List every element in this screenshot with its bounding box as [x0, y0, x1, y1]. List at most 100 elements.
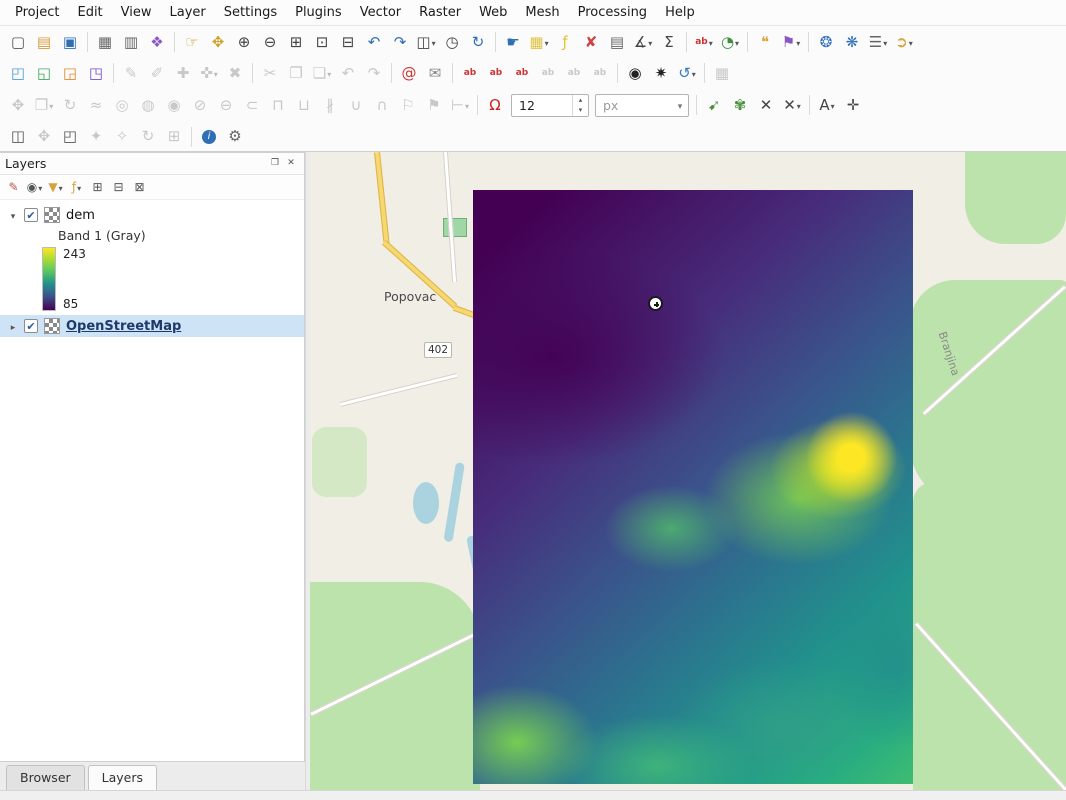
zoom-full-extent-button[interactable]: ⊞	[283, 29, 309, 55]
merge-features-button[interactable]: ∪	[343, 92, 369, 118]
open-data-source-manager-button[interactable]: ◰	[5, 60, 31, 86]
temporal-controller-button[interactable]: ◷	[439, 29, 465, 55]
fill-ring-button[interactable]: ◉	[161, 92, 187, 118]
menu-mesh[interactable]: Mesh	[516, 2, 568, 23]
diagram-options-button[interactable]: ◔	[717, 29, 743, 55]
layer-row-openstreetmap[interactable]: OpenStreetMap	[0, 315, 304, 337]
metasearch-button[interactable]: ❂	[813, 29, 839, 55]
font-size-spinner[interactable]: 12	[511, 94, 589, 117]
html-annotation-button[interactable]: ✾	[727, 92, 753, 118]
labeling-options-button[interactable]: ab	[691, 29, 717, 55]
new-geopackage-layer-button[interactable]: ◱	[31, 60, 57, 86]
zoom-in-button[interactable]: ⊕	[231, 29, 257, 55]
copy-features-button[interactable]: ❐	[283, 60, 309, 86]
font-unit-combo[interactable]: px	[595, 94, 689, 117]
split-features-button[interactable]: ∦	[317, 92, 343, 118]
cut-features-button[interactable]: ✂	[257, 60, 283, 86]
geocode-address-button[interactable]: @	[396, 60, 422, 86]
debugging-tools-button[interactable]: ✷	[648, 60, 674, 86]
add-ring-button[interactable]: ◎	[109, 92, 135, 118]
annotation-arrow-button[interactable]: ➹	[701, 92, 727, 118]
menu-help[interactable]: Help	[656, 2, 704, 23]
move-feature-button[interactable]: ✥	[5, 92, 31, 118]
move-label-diagram-button[interactable]: ◫	[5, 124, 31, 150]
show-layout-manager-button[interactable]: ▥	[118, 29, 144, 55]
redo-button[interactable]: ↷	[361, 60, 387, 86]
deselect-features-button[interactable]: ✘	[578, 29, 604, 55]
zoom-to-layer-button[interactable]: ⊟	[335, 29, 361, 55]
menu-edit[interactable]: Edit	[68, 2, 111, 23]
options-wrench-button[interactable]: ⚙	[222, 124, 248, 150]
save-project-button[interactable]: ▣	[57, 29, 83, 55]
change-label-button[interactable]: ab	[587, 60, 613, 86]
delete-part-button[interactable]: ⊖	[213, 92, 239, 118]
tab-layers[interactable]: Layers	[88, 765, 157, 790]
toolbox-menu-button[interactable]: ☰	[865, 29, 891, 55]
layer-row-dem[interactable]: dem	[0, 204, 304, 226]
layer-labeling-button[interactable]: ab	[457, 60, 483, 86]
statistical-summary-button[interactable]: Σ	[656, 29, 682, 55]
merge-attributes-button[interactable]: ∩	[369, 92, 395, 118]
measure-button[interactable]: ∡	[630, 29, 656, 55]
nominatim-geocoder-button[interactable]: ➲	[891, 29, 917, 55]
remove-layer-button[interactable]: ⊠	[129, 177, 150, 198]
style-manager-button[interactable]: ❖	[144, 29, 170, 55]
font-size-spinner-steppers[interactable]	[572, 95, 588, 116]
select-by-expression-button[interactable]: ƒ	[552, 29, 578, 55]
identify-features-button[interactable]: ☛	[500, 29, 526, 55]
save-layer-edits-button[interactable]: ✐	[144, 60, 170, 86]
menu-settings[interactable]: Settings	[215, 2, 286, 23]
show-map-tips-button[interactable]: ❝	[752, 29, 778, 55]
menu-layer[interactable]: Layer	[161, 2, 215, 23]
menu-plugins[interactable]: Plugins	[286, 2, 351, 23]
delete-ring-button[interactable]: ⊘	[187, 92, 213, 118]
text-format-button[interactable]: A	[814, 92, 840, 118]
zoom-to-selection-button[interactable]: ⊡	[309, 29, 335, 55]
vertex-tool-button[interactable]: ✜	[196, 60, 222, 86]
layer-labeling-rule-based-button[interactable]: ab	[483, 60, 509, 86]
zoom-next-button[interactable]: ↷	[387, 29, 413, 55]
menu-web[interactable]: Web	[470, 2, 516, 23]
open-project-button[interactable]: ▤	[31, 29, 57, 55]
toggle-editing-button[interactable]: ✎	[118, 60, 144, 86]
filter-legend-button[interactable]: ▼	[45, 177, 66, 198]
offset-curve-button[interactable]: ⊂	[239, 92, 265, 118]
tab-browser[interactable]: Browser	[6, 765, 85, 790]
highlight-pinned-labels-button[interactable]: ✦	[83, 124, 109, 150]
new-virtual-layer-button[interactable]: ◳	[83, 60, 109, 86]
undo-button[interactable]: ↶	[335, 60, 361, 86]
new-spatial-bookmark-button[interactable]: ⚑	[778, 29, 804, 55]
rotate-label-button[interactable]: ab	[561, 60, 587, 86]
delete-selected-button[interactable]: ✖	[222, 60, 248, 86]
trim-extend-button[interactable]: ⊢	[447, 92, 473, 118]
panel-grid-button[interactable]: ▦	[709, 60, 735, 86]
web-service-info-button[interactable]: ✉	[422, 60, 448, 86]
manage-map-themes-button[interactable]: ◉	[24, 177, 45, 198]
collapse-all-button[interactable]: ⊟	[108, 177, 129, 198]
new-map-view-button[interactable]: ◫	[413, 29, 439, 55]
layer-labeling-blocking-button[interactable]: ab	[509, 60, 535, 86]
close-panel-button[interactable]: ✕	[283, 156, 299, 172]
menu-vector[interactable]: Vector	[351, 2, 410, 23]
float-panel-button[interactable]: ❐	[267, 156, 283, 172]
menu-view[interactable]: View	[112, 2, 161, 23]
expander-open-icon[interactable]	[8, 208, 18, 223]
map-crosshair-button[interactable]: ✛	[840, 92, 866, 118]
map-animation-button[interactable]: ◉	[622, 60, 648, 86]
simplify-feature-button[interactable]: ≈	[83, 92, 109, 118]
spin-down-icon[interactable]	[573, 105, 588, 116]
split-parts-button[interactable]: ⊔	[291, 92, 317, 118]
snapping-toggle-button[interactable]: Ω	[482, 92, 508, 118]
open-layer-styling-panel-button[interactable]: ✎	[3, 177, 24, 198]
new-print-layout-button[interactable]: ▦	[92, 29, 118, 55]
move-label-button[interactable]: ab	[535, 60, 561, 86]
menu-processing[interactable]: Processing	[569, 2, 656, 23]
filter-legend-by-expression-button[interactable]: ƒ	[66, 177, 87, 198]
zoom-out-button[interactable]: ⊖	[257, 29, 283, 55]
expand-all-button[interactable]: ⊞	[87, 177, 108, 198]
menu-project[interactable]: Project	[6, 2, 68, 23]
layer-visibility-checkbox[interactable]	[24, 208, 38, 222]
add-annotation-window-button[interactable]: ◰	[57, 124, 83, 150]
new-project-button[interactable]: ▢	[5, 29, 31, 55]
expander-closed-icon[interactable]	[8, 319, 18, 334]
